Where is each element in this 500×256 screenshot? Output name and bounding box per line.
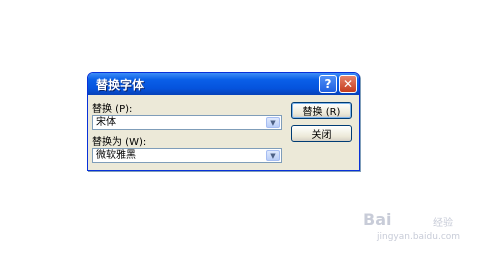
replace-button[interactable]: 替换 (R) [291, 102, 352, 119]
watermark-url: jingyan.baidu.com [377, 232, 461, 242]
close-icon[interactable]: ✕ [339, 75, 357, 93]
baidu-jingyan-watermark: Bai 经验 jingyan.baidu.com [363, 210, 483, 246]
help-icon[interactable]: ? [319, 75, 337, 93]
replace-with-label: 替换为 (W): [92, 137, 147, 148]
replace-font-dialog: 替换字体 ? ✕ 替换 (P): 宋体 ▼ 替换为 (W): 微软雅黑 ▼ 替换… [87, 72, 360, 171]
replace-font-value: 宋体 [96, 117, 116, 128]
watermark-text: 经验 [433, 218, 453, 229]
chevron-down-icon[interactable]: ▼ [266, 117, 280, 128]
dialog-title: 替换字体 [96, 78, 145, 92]
replace-with-font-value: 微软雅黑 [96, 150, 136, 161]
title-bar[interactable]: 替换字体 ? ✕ [88, 73, 359, 95]
close-button[interactable]: 关闭 [291, 125, 352, 142]
chevron-down-icon[interactable]: ▼ [266, 150, 280, 161]
watermark-logo: Bai [363, 210, 392, 229]
replace-label: 替换 (P): [92, 104, 133, 115]
replace-font-select[interactable]: 宋体 ▼ [92, 115, 282, 130]
replace-with-font-select[interactable]: 微软雅黑 ▼ [92, 148, 282, 163]
